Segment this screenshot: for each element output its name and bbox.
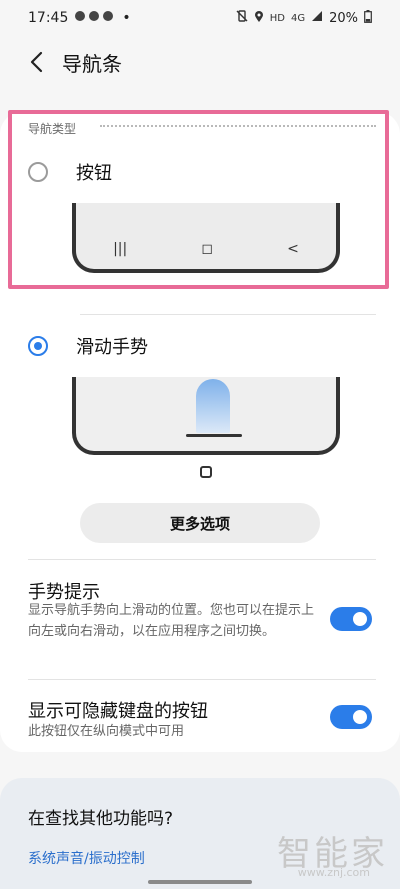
status-dot: • [122, 10, 131, 26]
swipe-hint-icon [196, 379, 230, 433]
chevron-left-icon [30, 51, 43, 73]
battery-percent: 20% [329, 10, 358, 26]
signal-icon [311, 10, 323, 26]
app-header: 导航条 [0, 40, 400, 84]
wechat-icon [74, 10, 116, 26]
system-gesture-handle[interactable] [148, 880, 252, 884]
divider [28, 679, 376, 680]
back-button[interactable] [16, 42, 56, 82]
page-title: 导航条 [62, 51, 122, 76]
watermark-url: www.znj.com [297, 866, 370, 879]
gesture-hints-description: 显示导航手势向上滑动的位置。您也可以在提示上向左或向右滑动，以在应用程序之间切换… [28, 603, 315, 639]
toggle-knob [351, 610, 369, 628]
status-right: HD 4G 20% [236, 9, 372, 27]
more-options-button[interactable]: 更多选项 [80, 503, 320, 543]
keyboard-button-toggle[interactable] [330, 705, 372, 729]
keyboard-button-description: 此按钮仅在纵向模式中可用 [28, 724, 185, 739]
location-icon [254, 10, 264, 27]
radio-swipe-gestures[interactable] [28, 336, 48, 356]
status-bar: 17:45 • HD 4G 20% [0, 0, 400, 36]
toggle-knob [351, 708, 369, 726]
option-swipe-gestures[interactable]: 滑动手势 [0, 322, 400, 370]
hd-icon: HD [269, 12, 285, 24]
status-left: 17:45 • [28, 10, 131, 26]
gesture-bar-icon [186, 434, 242, 437]
gesture-hints-toggle[interactable] [330, 607, 372, 631]
divider [80, 314, 376, 315]
highlight-annotation [8, 110, 389, 289]
home-icon [200, 466, 212, 478]
network-label: 4G [290, 12, 306, 24]
find-more-title: 在查找其他功能吗? [28, 809, 174, 829]
mute-vibrate-icon [236, 10, 248, 26]
battery-icon [364, 9, 372, 27]
status-time: 17:45 [28, 10, 69, 26]
option-swipe-label: 滑动手势 [76, 337, 148, 358]
divider [28, 559, 376, 560]
keyboard-button-title: 显示可隐藏键盘的按钮 [28, 701, 208, 722]
sound-vibration-link[interactable]: 系统声音/振动控制 [28, 848, 145, 868]
swipe-gestures-preview[interactable] [72, 377, 340, 455]
